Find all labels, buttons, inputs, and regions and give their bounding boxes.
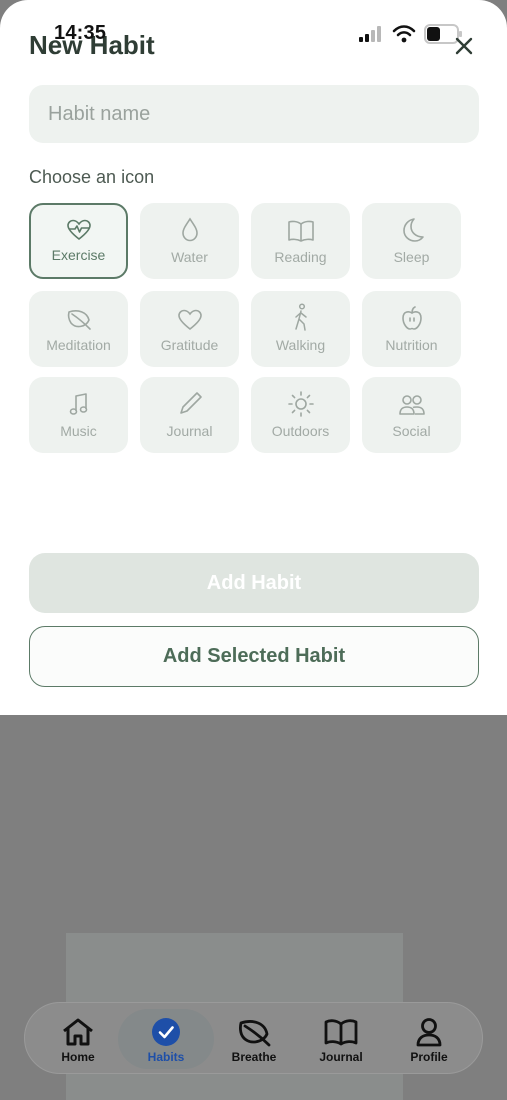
- add-habit-button[interactable]: Add Habit: [29, 553, 479, 613]
- tab-label-breathe: Breathe: [231, 1050, 277, 1064]
- tab-label-home: Home: [61, 1050, 95, 1064]
- book-icon: [287, 220, 314, 242]
- status-icons: [358, 24, 464, 44]
- bottom-tab-bar: Home Habits Breathe Journal Profile: [24, 1002, 483, 1074]
- icon-label-water: Water: [171, 249, 208, 265]
- tab-home[interactable]: Home: [35, 1009, 121, 1069]
- pencil-icon: [179, 392, 202, 414]
- icon-label-sleep: Sleep: [393, 249, 430, 265]
- apple-icon: [401, 306, 422, 330]
- open-book-icon: [324, 1019, 358, 1046]
- icon-option-journal[interactable]: Journal: [140, 377, 239, 453]
- sun-icon: [287, 391, 314, 417]
- tab-label-habits: Habits: [147, 1050, 185, 1064]
- person-icon: [416, 1018, 442, 1047]
- icon-option-water[interactable]: Water: [140, 203, 239, 279]
- icon-label-nutrition: Nutrition: [385, 337, 438, 353]
- icon-label-walking: Walking: [275, 337, 326, 353]
- icon-label-gratitude: Gratitude: [160, 337, 219, 353]
- tab-profile[interactable]: Profile: [386, 1009, 472, 1069]
- add-selected-habit-button[interactable]: Add Selected Habit: [29, 626, 479, 687]
- icon-option-gratitude[interactable]: Gratitude: [140, 291, 239, 367]
- tab-label-journal: Journal: [319, 1050, 363, 1064]
- check-circle-icon: [152, 1018, 180, 1046]
- icon-label-exercise: Exercise: [51, 247, 106, 263]
- leaf-icon: [239, 1020, 271, 1047]
- moon-icon: [402, 218, 424, 242]
- new-habit-sheet: New Habit 14:35 Choose an icon Exercise …: [0, 0, 507, 715]
- heart-icon: [177, 309, 202, 331]
- cellular-signal-icon: [359, 26, 381, 42]
- icon-option-meditation[interactable]: Meditation: [29, 291, 128, 367]
- icon-option-walking[interactable]: Walking: [251, 291, 350, 367]
- leaf-icon: [67, 310, 91, 330]
- icon-label-reading: Reading: [274, 249, 327, 265]
- icon-label-meditation: Meditation: [46, 337, 111, 353]
- tab-journal[interactable]: Journal: [298, 1009, 384, 1069]
- icon-label-journal: Journal: [166, 423, 213, 439]
- habit-name-input[interactable]: [29, 85, 479, 143]
- tab-label-profile: Profile: [410, 1050, 448, 1064]
- icon-option-nutrition[interactable]: Nutrition: [362, 291, 461, 367]
- walking-icon: [294, 303, 307, 331]
- tab-breathe[interactable]: Breathe: [211, 1009, 297, 1069]
- heart-pulse-icon: [66, 219, 91, 241]
- choose-icon-label: Choose an icon: [29, 167, 155, 187]
- music-note-icon: [69, 393, 87, 415]
- wifi-icon: [392, 25, 416, 43]
- water-drop-icon: [181, 217, 198, 242]
- icon-option-social[interactable]: Social: [362, 377, 461, 453]
- icon-option-sleep[interactable]: Sleep: [362, 203, 461, 279]
- icon-option-music[interactable]: Music: [29, 377, 128, 453]
- tab-habits[interactable]: Habits: [118, 1009, 214, 1069]
- home-icon: [63, 1018, 93, 1046]
- people-icon: [398, 395, 425, 415]
- icon-label-social: Social: [392, 423, 431, 439]
- status-time: 14:35: [54, 22, 107, 44]
- icon-option-outdoors[interactable]: Outdoors: [251, 377, 350, 453]
- icon-option-exercise[interactable]: Exercise: [29, 203, 128, 279]
- close-icon[interactable]: [452, 34, 476, 58]
- icon-label-outdoors: Outdoors: [271, 423, 330, 439]
- icon-option-reading[interactable]: Reading: [251, 203, 350, 279]
- icon-label-music: Music: [60, 423, 97, 439]
